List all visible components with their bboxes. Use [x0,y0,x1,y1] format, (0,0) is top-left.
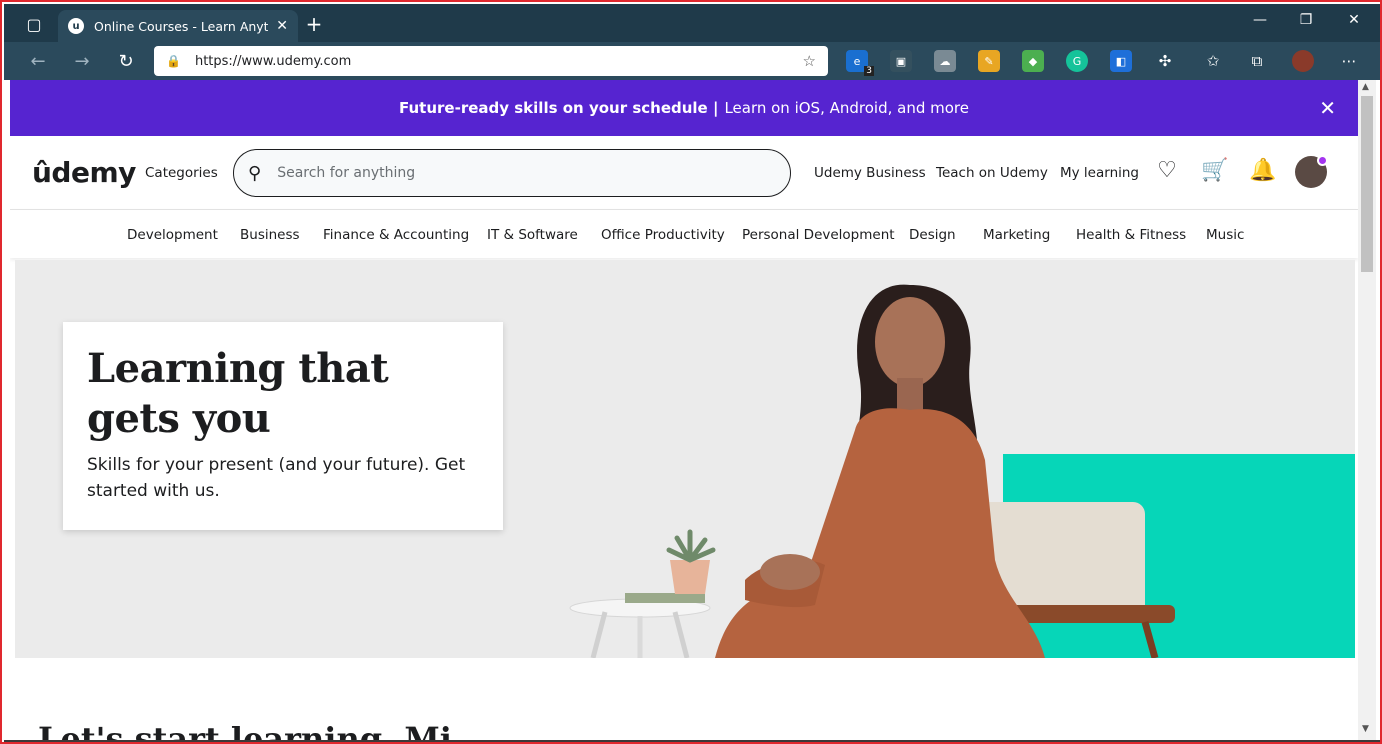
teach-on-udemy-link[interactable]: Teach on Udemy [936,165,1048,181]
extension-badge: 3 [864,66,874,76]
refresh-icon[interactable]: ↻ [114,49,138,73]
new-tab-icon[interactable]: + [302,12,326,36]
my-learning-link[interactable]: My learning [1060,165,1139,181]
extension-icon-2[interactable]: ▣ [890,50,912,72]
more-menu-icon[interactable]: ⋯ [1338,50,1360,72]
extension-icon-4[interactable]: ✎ [978,50,1000,72]
tab-actions-icon[interactable]: ▢ [22,12,46,36]
search-input[interactable] [277,165,758,181]
favorites-icon[interactable]: ✩ [1202,50,1224,72]
favorite-star-icon[interactable]: ☆ [803,52,816,70]
page-scrollbar[interactable]: ▲ ▼ [1358,80,1376,742]
window-close-icon[interactable]: ✕ [1340,12,1368,28]
lock-icon[interactable]: 🔒 [166,54,181,68]
category-it-software[interactable]: IT & Software [487,227,578,243]
extension-icon-7[interactable]: ◧ [1110,50,1132,72]
hero-woman-image [569,284,1175,658]
wishlist-heart-icon[interactable]: ♡ [1153,158,1181,183]
extensions-puzzle-icon[interactable]: ✣ [1154,50,1176,72]
cart-icon[interactable]: 🛒 [1201,158,1229,183]
tab-title: Online Courses - Learn Anything [94,18,269,34]
search-icon[interactable]: ⚲ [248,163,261,184]
category-finance-accounting[interactable]: Finance & Accounting [323,227,469,243]
scroll-down-icon[interactable]: ▼ [1362,724,1369,734]
browser-window: ▢ u Online Courses - Learn Anything ✕ + … [0,0,1382,744]
category-office-productivity[interactable]: Office Productivity [601,227,725,243]
collections-icon[interactable]: ⧉ [1246,50,1268,72]
scroll-up-icon[interactable]: ▲ [1362,82,1369,92]
url-text[interactable]: https://www.udemy.com [195,54,803,69]
section-title: Let's start learning, Mi [38,720,452,742]
hero-banner: Learning that gets you Skills for your p… [15,260,1355,658]
banner-bold-text: Future-ready skills on your schedule | [399,99,719,117]
udemy-logo[interactable]: ûdemy [32,156,136,189]
extension-icon-1[interactable]: e3 [846,50,874,76]
banner-text: Learn on iOS, Android, and more [724,99,969,117]
udemy-favicon-icon: u [68,18,84,34]
category-design[interactable]: Design [909,227,956,243]
address-bar[interactable]: 🔒 https://www.udemy.com ☆ [154,46,828,76]
promo-banner[interactable]: Future-ready skills on your schedule | L… [10,80,1358,136]
taskbar-edge [4,740,1380,742]
site-header: ûdemy Categories ⚲ Udemy Business Teach … [10,136,1358,210]
profile-avatar-icon[interactable] [1292,50,1314,72]
extension-icon-5[interactable]: ◆ [1022,50,1044,72]
category-nav: Development Business Finance & Accountin… [10,210,1358,258]
udemy-business-link[interactable]: Udemy Business [814,165,926,181]
hero-card: Learning that gets you Skills for your p… [63,322,503,530]
category-music[interactable]: Music [1206,227,1244,243]
forward-icon[interactable]: → [70,49,94,73]
back-icon[interactable]: ← [26,49,50,73]
category-personal-development[interactable]: Personal Development [742,227,895,243]
category-business[interactable]: Business [240,227,300,243]
page-viewport: Future-ready skills on your schedule | L… [10,80,1358,742]
avatar-notification-dot [1317,155,1328,166]
extension-icon-3[interactable]: ☁ [934,50,956,72]
title-bar: ▢ u Online Courses - Learn Anything ✕ + … [4,4,1380,42]
maximize-icon[interactable]: ❐ [1292,12,1320,28]
browser-toolbar: ← → ↻ 🔒 https://www.udemy.com ☆ e3 ▣ ☁ ✎… [4,42,1380,80]
browser-tab[interactable]: u Online Courses - Learn Anything ✕ [58,10,298,42]
category-health-fitness[interactable]: Health & Fitness [1076,227,1186,243]
scroll-thumb[interactable] [1361,96,1373,272]
hero-subtitle: Skills for your present (and your future… [87,455,466,501]
grammarly-icon[interactable]: G [1066,50,1088,72]
minimize-icon[interactable]: — [1246,12,1274,28]
categories-menu[interactable]: Categories [145,165,218,181]
banner-close-icon[interactable]: ✕ [1319,96,1336,120]
search-bar[interactable]: ⚲ [233,149,791,197]
notifications-bell-icon[interactable]: 🔔 [1249,158,1277,183]
tab-close-icon[interactable]: ✕ [276,18,288,34]
category-marketing[interactable]: Marketing [983,227,1050,243]
category-development[interactable]: Development [127,227,218,243]
hero-title: Learning that gets you [87,345,389,442]
